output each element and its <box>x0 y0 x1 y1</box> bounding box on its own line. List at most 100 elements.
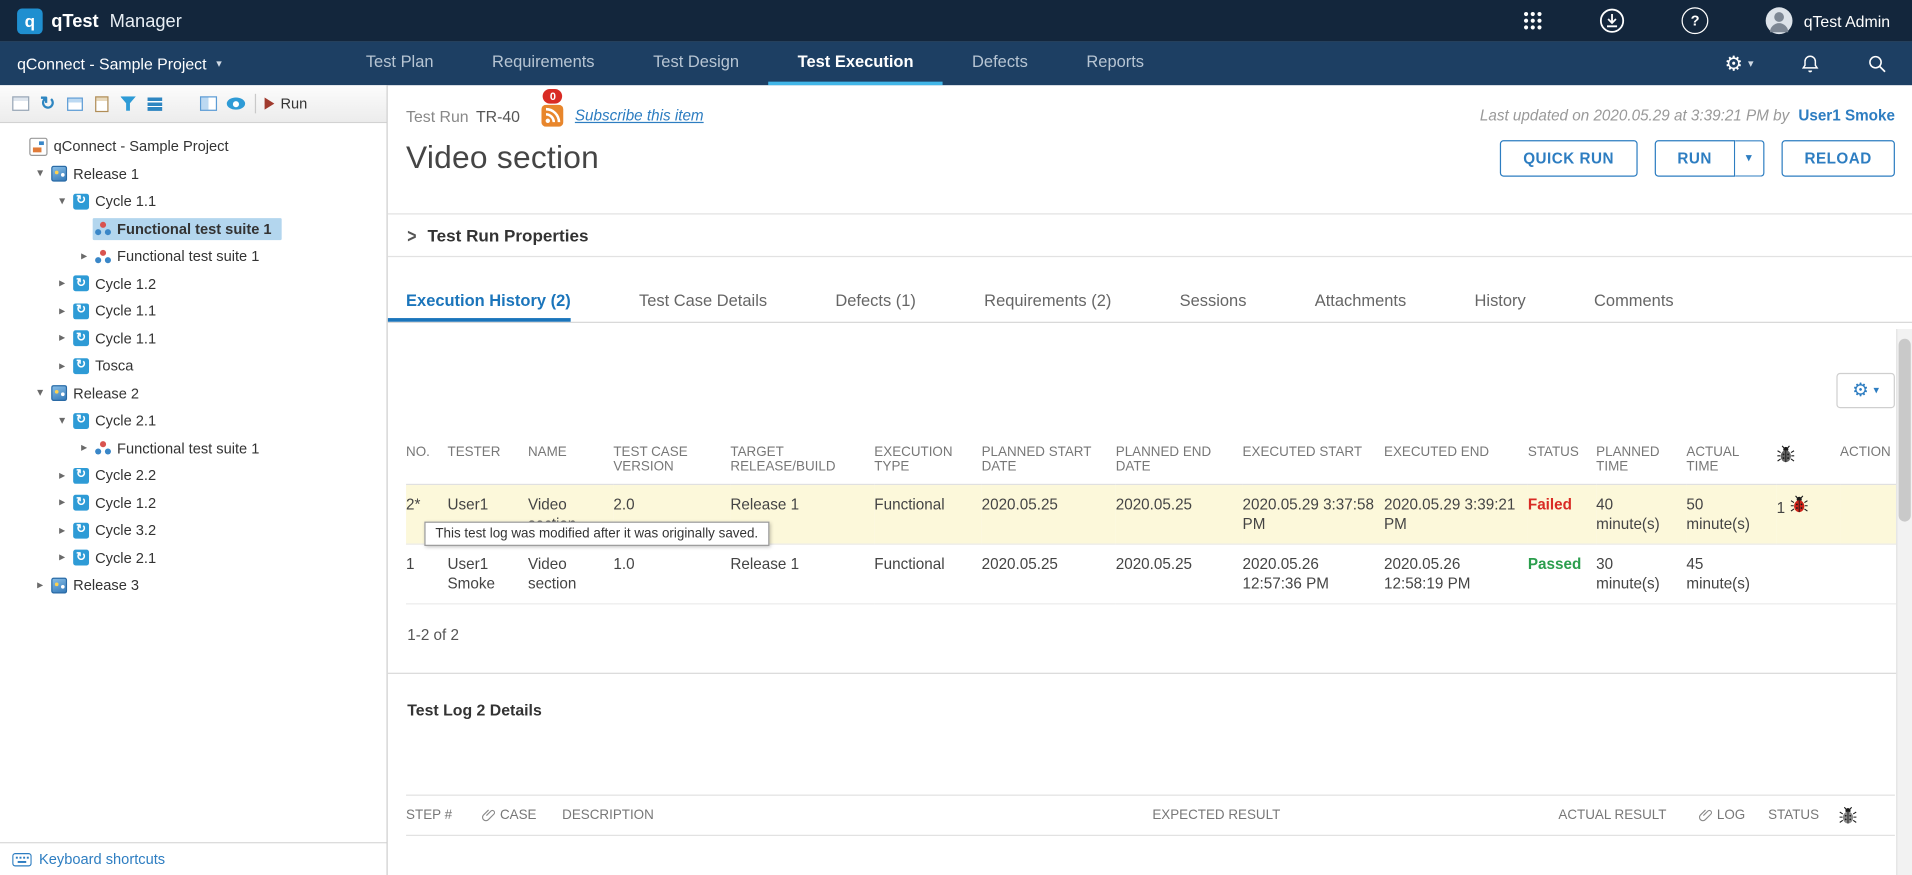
collapse-arrow-icon[interactable]: ▾ <box>32 387 49 400</box>
column-header-target-release-build[interactable]: TARGET RELEASE/BUILD <box>730 444 875 486</box>
tab-attachments[interactable]: Attachments <box>1315 282 1407 322</box>
run-button[interactable]: RUN <box>1654 139 1736 177</box>
search-icon[interactable] <box>1867 53 1888 74</box>
tree-item-functional-test-suite-1[interactable]: Functional test suite 1 <box>0 215 387 242</box>
tree-item-cycle-1-1[interactable]: ▸ Cycle 1.1 <box>0 297 387 324</box>
project-selector[interactable]: qConnect - Sample Project ▾ <box>0 41 317 85</box>
tab-history[interactable]: History <box>1475 282 1526 322</box>
download-icon[interactable] <box>1599 7 1626 34</box>
tree-run-button[interactable]: Run <box>264 95 307 112</box>
column-header-tester[interactable]: TESTER <box>447 444 528 486</box>
main-content: Test Run TR-40 0 Subscribe this item Las… <box>387 85 1912 875</box>
tree-item-cycle-1-2[interactable]: ▸ Cycle 1.2 <box>0 270 387 297</box>
expand-arrow-icon[interactable]: ▸ <box>54 524 71 537</box>
list-icon[interactable] <box>141 91 168 115</box>
tab-comments[interactable]: Comments <box>1594 282 1674 322</box>
table-settings-button[interactable]: ⚙ ▾ <box>1836 372 1895 409</box>
nav-item-test-design[interactable]: Test Design <box>624 41 769 85</box>
expand-arrow-icon[interactable]: ▸ <box>32 579 49 592</box>
tab-test-case-details[interactable]: Test Case Details <box>639 282 767 322</box>
execution-history-row[interactable]: 1 User1 Smoke Video section 1.0 Release 1 Fun… <box>406 544 1897 605</box>
qtest-logo[interactable]: q qTest Manager <box>17 7 182 34</box>
column-header-no[interactable]: NO. <box>406 444 448 486</box>
tree-item-cycle-2-1[interactable]: ▸ Cycle 2.1 <box>0 544 387 571</box>
tree-item-release-2[interactable]: ▾ Release 2 <box>0 380 387 407</box>
column-header-executed-end[interactable]: EXECUTED END <box>1384 444 1528 486</box>
collapse-arrow-icon[interactable]: ▾ <box>54 195 71 208</box>
expand-arrow-icon[interactable]: ▸ <box>54 496 71 509</box>
tab-sessions[interactable]: Sessions <box>1180 282 1247 322</box>
test-run-properties-toggle[interactable]: > Test Run Properties <box>387 213 1912 258</box>
tree-item-cycle-1-1[interactable]: ▾ Cycle 1.1 <box>0 188 387 215</box>
tree-item-functional-test-suite-1[interactable]: ▸ Functional test suite 1 <box>0 243 387 270</box>
tree-item-cycle-1-2[interactable]: ▸ Cycle 1.2 <box>0 489 387 516</box>
column-header-planned-time[interactable]: PLANNED TIME <box>1596 444 1687 486</box>
collapse-arrow-icon[interactable]: ▾ <box>32 167 49 180</box>
user-menu[interactable]: qTest Admin <box>1765 6 1890 35</box>
tree-item-release-1[interactable]: ▾ Release 1 <box>0 160 387 187</box>
vertical-scrollbar[interactable] <box>1896 329 1912 875</box>
expand-arrow-icon[interactable]: ▸ <box>76 441 93 454</box>
settings-menu[interactable]: ⚙ ▾ <box>1724 53 1753 74</box>
expand-arrow-icon[interactable]: ▸ <box>76 250 93 263</box>
tree-item-cycle-2-2[interactable]: ▸ Cycle 2.2 <box>0 462 387 489</box>
tab-requirements-2[interactable]: Requirements (2) <box>984 282 1111 322</box>
column-header-planned-start-date[interactable]: PLANNED START DATE <box>981 444 1116 486</box>
expand-arrow-icon[interactable]: ▸ <box>54 551 71 564</box>
column-header-actual-time[interactable]: ACTUAL TIME <box>1686 444 1777 486</box>
help-icon[interactable]: ? <box>1681 7 1709 35</box>
tree-item-release-3[interactable]: ▸ Release 3 <box>0 572 387 599</box>
column-header-planned-end-date[interactable]: PLANNED END DATE <box>1115 444 1243 486</box>
nav-item-reports[interactable]: Reports <box>1057 41 1173 85</box>
chevron-down-icon: ▾ <box>1873 383 1880 397</box>
tree-item-tosca[interactable]: ▸ Tosca <box>0 352 387 379</box>
tree-item-functional-test-suite-1[interactable]: ▸ Functional test suite 1 <box>0 434 387 461</box>
tree-item-cycle-2-1[interactable]: ▾ Cycle 2.1 <box>0 407 387 434</box>
keyboard-shortcuts-link[interactable]: Keyboard shortcuts <box>39 851 165 868</box>
panels-icon[interactable] <box>7 91 34 115</box>
excel-export-icon[interactable] <box>168 91 195 115</box>
column-header-action[interactable]: ACTION <box>1840 444 1897 486</box>
filter-icon[interactable] <box>115 91 142 115</box>
reload-button[interactable]: RELOAD <box>1781 139 1895 177</box>
tree-item-qconnect-sample-project[interactable]: qConnect - Sample Project <box>0 133 387 160</box>
tree-item-label: Release 3 <box>73 576 140 594</box>
eye-icon[interactable] <box>222 91 249 115</box>
nav-item-test-execution[interactable]: Test Execution <box>768 41 943 86</box>
split-icon[interactable] <box>195 91 222 115</box>
nav-item-test-plan[interactable]: Test Plan <box>337 41 463 85</box>
expand-arrow-icon[interactable]: ▸ <box>54 332 71 345</box>
column-header-execution-type[interactable]: EXECUTION TYPE <box>874 444 982 486</box>
step-column-label: STATUS <box>1768 807 1820 823</box>
quick-run-button[interactable]: QUICK RUN <box>1500 139 1638 177</box>
cell-defect-count[interactable]: 1 <box>1776 484 1841 545</box>
expand-arrow-icon[interactable]: ▸ <box>54 469 71 482</box>
nav-item-requirements[interactable]: Requirements <box>463 41 624 85</box>
expand-arrow-icon[interactable]: ▸ <box>54 359 71 372</box>
column-header-name[interactable]: NAME <box>527 444 614 486</box>
rss-subscribe-icon[interactable]: 0 <box>541 88 564 127</box>
expand-arrow-icon[interactable]: ▸ <box>54 304 71 317</box>
tab-defects-1[interactable]: Defects (1) <box>835 282 916 322</box>
tree-item-cycle-1-1[interactable]: ▸ Cycle 1.1 <box>0 325 387 352</box>
notifications-bell-icon[interactable] <box>1800 53 1821 74</box>
tree-item-cycle-3-2[interactable]: ▸ Cycle 3.2 <box>0 517 387 544</box>
refresh-icon[interactable] <box>34 91 61 115</box>
defects-column-header[interactable] <box>1776 444 1841 486</box>
tree-node-body: Cycle 1.2 <box>71 273 166 295</box>
column-header-executed-start[interactable]: EXECUTED START <box>1242 444 1385 486</box>
collapse-arrow-icon[interactable]: ▾ <box>54 414 71 427</box>
step-column-header-case: CASE <box>482 808 536 823</box>
run-dropdown-button[interactable]: ▾ <box>1735 139 1765 177</box>
expand-arrow-icon[interactable]: ▸ <box>54 277 71 290</box>
tab-execution-history-2[interactable]: Execution History (2) <box>387 282 571 322</box>
apps-grid-icon[interactable] <box>1523 11 1543 30</box>
column-header-status[interactable]: STATUS <box>1527 444 1597 486</box>
scrollbar-thumb[interactable] <box>1898 338 1911 522</box>
nav-item-defects[interactable]: Defects <box>943 41 1057 85</box>
subscribe-link[interactable]: Subscribe this item <box>575 107 704 124</box>
column-header-test-case-version[interactable]: TEST CASE VERSION <box>613 444 731 486</box>
paste-icon[interactable] <box>88 91 115 115</box>
new-window-icon[interactable] <box>61 91 88 115</box>
updated-by-link[interactable]: User1 Smoke <box>1798 107 1895 124</box>
